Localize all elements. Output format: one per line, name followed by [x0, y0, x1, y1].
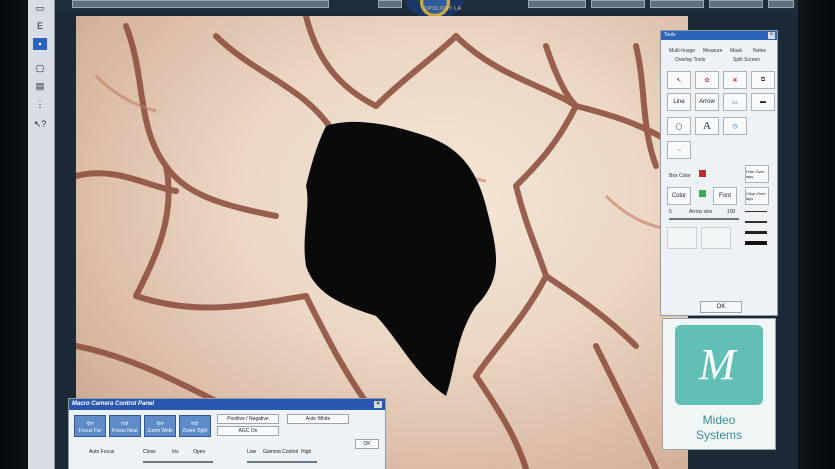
close-icon[interactable]: ×	[768, 32, 775, 39]
tools-panel-title: Tools	[664, 32, 676, 38]
mideo-letter: M	[699, 340, 736, 389]
tools-ok-button[interactable]: OK	[700, 301, 742, 313]
arrow-right-icon: ⇨	[121, 418, 129, 428]
arrow-left-icon: ⇦	[156, 418, 164, 428]
line-width-thin[interactable]	[745, 211, 767, 212]
window-icon[interactable]: ▢	[33, 62, 47, 74]
delete-icon[interactable]: ✕	[723, 71, 747, 89]
left-toolbar: ▭ E ▪ ▢ ▤ ⋮ ↖?	[28, 0, 55, 469]
disabled-button[interactable]	[701, 227, 731, 249]
line-width-thick[interactable]	[745, 231, 767, 234]
focus-far-label: Focus Far	[78, 428, 102, 434]
clock-icon[interactable]: ◷	[723, 117, 747, 135]
focus-far-button[interactable]: ⇦ Focus Far	[74, 415, 106, 437]
high-label: High	[301, 449, 312, 455]
zoom-tight-button[interactable]: ⇨ Zoom Tight	[179, 415, 211, 437]
tab-notes[interactable]: Notes	[753, 48, 766, 54]
hide-overlays-button[interactable]: Hide Over-lays	[745, 165, 769, 183]
macro-camera-panel: Macro Camera Control Panel × ⇦ Focus Far…	[68, 398, 386, 469]
text-tool-button[interactable]: A	[695, 117, 719, 135]
iris-slider[interactable]	[143, 461, 213, 463]
dashed-line-icon[interactable]: ┄	[667, 141, 691, 159]
focus-near-label: Focus Near	[112, 428, 138, 434]
line-width-medium[interactable]	[745, 221, 767, 223]
auto-white-button[interactable]: Auto White	[287, 414, 349, 424]
tools-panel-titlebar: Tools ×	[661, 31, 777, 40]
arrow-size-slider[interactable]	[669, 218, 739, 220]
line-tool-button[interactable]: Line	[667, 93, 691, 111]
gamma-slider[interactable]	[247, 461, 317, 463]
top-bar-button[interactable]	[378, 0, 402, 8]
zoom-wide-button[interactable]: ⇦ Zoom Wide	[144, 415, 176, 437]
macro-panel-title: Macro Camera Control Panel	[72, 401, 155, 407]
iris-label: Iris	[172, 449, 179, 455]
logo-name-line1: Mideo	[702, 413, 736, 427]
pointer-icon[interactable]: ↖	[667, 71, 691, 89]
dots-icon[interactable]: ⋮	[33, 98, 47, 110]
low-label: Low	[247, 449, 257, 455]
emblem-text: OPOLOGY LA	[424, 6, 462, 12]
tools-panel: Tools × Multi-Image Measure Mask Notes O…	[660, 30, 778, 316]
tab-split-screen[interactable]: Split Screen	[733, 57, 760, 63]
arrow-left-icon: ⇦	[86, 418, 94, 428]
zoom-wide-label: Zoom Wide	[147, 428, 173, 434]
top-bar-button[interactable]	[709, 0, 763, 8]
arrow-size-min: 5	[669, 209, 672, 215]
filled-rectangle-icon[interactable]: ▬	[751, 93, 775, 111]
arrow-tool-button[interactable]: Arrow	[695, 93, 719, 111]
color-swatch[interactable]	[699, 190, 706, 197]
focus-near-button[interactable]: ⇨ Focus Near	[109, 415, 141, 437]
agc-on-button[interactable]: AGC On	[217, 426, 279, 436]
arrow-size-max: 100	[727, 209, 736, 215]
gamma-control-label: Gamma Control	[263, 449, 299, 455]
circle-icon[interactable]: ◯	[667, 117, 691, 135]
toolbar-item-e[interactable]: E	[33, 20, 47, 32]
color-button[interactable]: Color	[667, 187, 691, 205]
macro-ok-button[interactable]: OK	[355, 439, 379, 449]
help-pointer-icon[interactable]: ↖?	[33, 118, 47, 130]
close-label: Close	[143, 449, 156, 455]
close-icon[interactable]: ×	[374, 401, 382, 408]
tab-measure[interactable]: Measure	[703, 48, 722, 54]
mideo-logo-mark: M	[675, 325, 763, 405]
help-label: ?	[41, 119, 47, 129]
tab-mask[interactable]: Mask	[730, 48, 742, 54]
positive-negative-button[interactable]: Positive / Negative	[217, 414, 279, 424]
image-icon[interactable]: ▪	[33, 38, 47, 50]
arrow-right-icon: ⇨	[191, 418, 199, 428]
line-width-thickest[interactable]	[745, 241, 767, 245]
disabled-button[interactable]	[667, 227, 697, 249]
mideo-logo: M Mideo Systems	[662, 318, 776, 450]
top-bar-button[interactable]	[768, 0, 794, 8]
tab-multi-image[interactable]: Multi-Image	[669, 48, 695, 54]
rectangle-icon[interactable]: ▭	[723, 93, 747, 111]
top-bar-button[interactable]	[591, 0, 645, 8]
document-icon[interactable]: ▤	[33, 80, 47, 92]
macro-panel-titlebar: Macro Camera Control Panel ×	[69, 399, 385, 410]
auto-focus-label[interactable]: Auto Focus	[89, 449, 114, 455]
logo-name-line2: Systems	[695, 428, 742, 442]
open-label: Open	[193, 449, 206, 455]
zoom-tight-label: Zoom Tight	[182, 428, 208, 434]
tab-overlay-tools[interactable]: Overlay Tools	[675, 57, 705, 63]
folder-icon[interactable]: ▭	[33, 2, 47, 14]
arrow-size-label: Arrow size	[689, 209, 713, 215]
clear-overlays-button[interactable]: Clear Over-lays	[745, 187, 769, 205]
copy-icon[interactable]: ⧉	[751, 71, 775, 89]
box-color-swatch[interactable]	[699, 170, 706, 177]
box-color-label: Box Color	[669, 173, 691, 179]
font-button[interactable]: Font	[713, 187, 737, 205]
top-bar-button[interactable]	[528, 0, 586, 8]
screen: OPOLOGY LA ▭ E ▪ ▢ ▤ ⋮ ↖? Tools × Multi-…	[28, 0, 798, 469]
top-bar-button[interactable]	[650, 0, 704, 8]
top-bar-button[interactable]	[72, 0, 329, 8]
color-palette-icon[interactable]: ✿	[695, 71, 719, 89]
